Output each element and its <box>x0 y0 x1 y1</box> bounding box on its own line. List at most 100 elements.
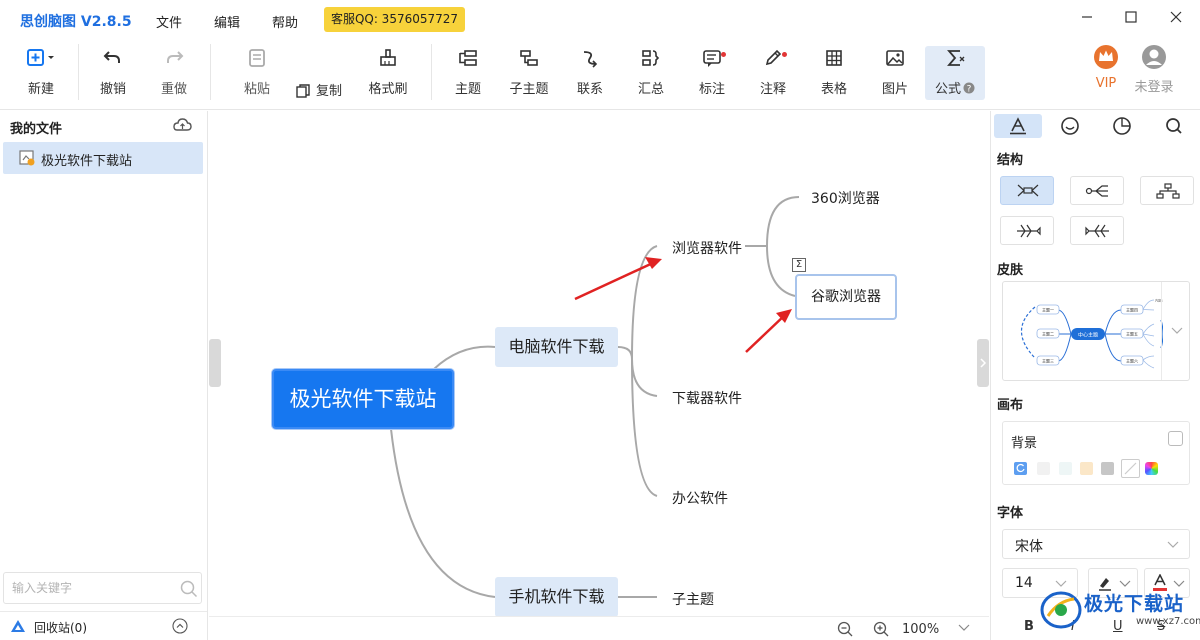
new-file-icon <box>27 49 54 66</box>
logic-structure-icon <box>1085 185 1108 197</box>
structure-logic[interactable] <box>1070 176 1124 205</box>
right-panel-toggle[interactable] <box>977 339 989 387</box>
refresh-icon <box>1016 463 1025 473</box>
format-brush-button[interactable]: 格式刷 <box>360 46 416 100</box>
mindmap-canvas[interactable]: 极光软件下载站 电脑软件下载 手机软件下载 浏览器软件 下载器软件 办公软件 子… <box>209 111 989 616</box>
toolbar-divider <box>78 44 79 100</box>
formula-marker-icon[interactable]: Σ <box>792 258 806 272</box>
title-bar: 思创脑图 V2.8.5 文件 编辑 帮助 客服QQ: 3576057727 <box>0 0 1200 38</box>
topic-browsers[interactable]: 浏览器软件 <box>672 238 742 258</box>
minimize-button[interactable] <box>1074 6 1100 28</box>
tab-theme[interactable] <box>1098 114 1146 138</box>
collapse-up-icon[interactable] <box>172 618 188 634</box>
tab-search[interactable] <box>1150 114 1198 138</box>
watermark-text: 极光下载站 <box>1084 593 1185 615</box>
formula-button[interactable]: 公式? <box>925 46 985 100</box>
zoom-in-icon[interactable] <box>873 621 889 637</box>
swatch-custom[interactable] <box>1145 462 1158 475</box>
structure-fishbone-right[interactable] <box>1000 216 1054 245</box>
paste-label: 粘贴 <box>243 82 270 97</box>
search-icon[interactable] <box>180 580 198 598</box>
new-button[interactable]: 新建 <box>13 46 69 100</box>
login-button[interactable]: 未登录 <box>1126 45 1182 100</box>
svg-text:主题五: 主题五 <box>1126 331 1138 337</box>
structure-mindmap[interactable] <box>1000 176 1054 205</box>
swatch-refresh[interactable] <box>1014 462 1027 475</box>
swatch-light-gray[interactable] <box>1037 462 1050 475</box>
support-qq-badge[interactable]: 客服QQ: 3576057727 <box>324 7 465 32</box>
swatch-mint[interactable] <box>1059 462 1072 475</box>
copy-button[interactable]: 复制 <box>296 82 342 102</box>
paste-button[interactable]: 粘贴 <box>229 46 285 100</box>
redo-label: 重做 <box>160 82 187 97</box>
minimize-icon <box>1082 16 1092 18</box>
canvas-settings: 背景 <box>1002 421 1190 485</box>
table-icon <box>826 50 842 66</box>
topic-downloaders[interactable]: 下载器软件 <box>672 388 742 408</box>
bold-button[interactable]: B <box>1024 619 1034 634</box>
file-list-item[interactable]: 极光软件下载站 <box>3 142 203 174</box>
subtopic-icon <box>520 50 538 66</box>
topic-office-software[interactable]: 办公软件 <box>672 488 728 508</box>
skin-center-text: 中心主题 <box>1078 332 1098 339</box>
skin-preview[interactable]: 中心主题 主题一 主题二 主题三 主题四 主题五 主题六 内容1 <box>1002 281 1190 381</box>
swatch-cream[interactable] <box>1080 462 1093 475</box>
recycle-label: 回收站(0) <box>34 621 87 635</box>
paste-icon <box>249 49 265 67</box>
topic-360-browser[interactable]: 360浏览器 <box>811 188 880 208</box>
subtopic-button[interactable]: 子主题 <box>501 46 557 100</box>
mark-button[interactable]: 标注 <box>684 46 740 100</box>
redo-button[interactable]: 重做 <box>146 46 202 100</box>
summary-button[interactable]: 汇总 <box>623 46 679 100</box>
structure-org[interactable] <box>1140 176 1194 205</box>
branch-pc-software[interactable]: 电脑软件下载 <box>495 327 618 367</box>
tab-icons[interactable] <box>1046 114 1094 138</box>
red-arrow <box>574 257 662 301</box>
chevron-down-icon <box>1167 541 1179 548</box>
format-brush-label: 格式刷 <box>368 82 408 97</box>
font-family-select[interactable]: 宋体 <box>1002 529 1190 559</box>
swatch-none[interactable] <box>1121 459 1140 478</box>
help-icon[interactable]: ? <box>963 82 975 95</box>
tab-style[interactable] <box>994 114 1042 138</box>
image-label: 图片 <box>881 82 908 97</box>
topic-subtopic[interactable]: 子主题 <box>672 589 714 609</box>
new-feature-dot <box>721 52 726 57</box>
menu-help[interactable]: 帮助 <box>272 12 298 31</box>
background-checkbox[interactable] <box>1168 431 1183 446</box>
zoom-level[interactable]: 100% <box>902 622 939 637</box>
chevron-down-icon[interactable] <box>958 623 970 633</box>
status-bar: 100% <box>209 616 989 640</box>
recycle-bin[interactable]: 回收站(0) <box>0 611 207 640</box>
svg-text:?: ? <box>967 85 972 95</box>
mindmap-file-icon <box>19 150 35 166</box>
menu-edit[interactable]: 编辑 <box>214 12 240 31</box>
skin-divider <box>1161 282 1162 380</box>
pencil-icon <box>765 49 782 66</box>
undo-button[interactable]: 撤销 <box>85 46 141 100</box>
swatch-gray[interactable] <box>1101 462 1114 475</box>
fishbone-left-icon <box>1085 224 1109 238</box>
structure-fishbone-left[interactable] <box>1070 216 1124 245</box>
table-button[interactable]: 表格 <box>806 46 862 100</box>
file-panel: 我的文件 极光软件下载站 回收站(0) <box>0 111 208 640</box>
cloud-icon[interactable] <box>172 117 192 133</box>
topic-button[interactable]: 主题 <box>440 46 496 100</box>
image-button[interactable]: 图片 <box>867 46 923 100</box>
left-panel-toggle[interactable] <box>209 339 221 387</box>
topic-icon <box>459 50 477 66</box>
branch-mobile-software[interactable]: 手机软件下载 <box>495 577 618 616</box>
close-button[interactable] <box>1163 6 1189 28</box>
chevron-down-icon[interactable] <box>1171 326 1183 336</box>
watermark-logo-icon <box>1040 591 1082 629</box>
relation-button[interactable]: 联系 <box>562 46 618 100</box>
maximize-button[interactable] <box>1118 6 1144 28</box>
background-label: 背景 <box>1011 436 1038 451</box>
relation-label: 联系 <box>576 82 603 97</box>
search-input[interactable] <box>12 579 172 597</box>
zoom-out-icon[interactable] <box>837 621 853 637</box>
note-button[interactable]: 注释 <box>745 46 801 100</box>
topic-chrome-selected[interactable]: 谷歌浏览器 <box>795 274 897 320</box>
menu-file[interactable]: 文件 <box>156 12 182 31</box>
root-topic[interactable]: 极光软件下载站 <box>272 369 454 429</box>
